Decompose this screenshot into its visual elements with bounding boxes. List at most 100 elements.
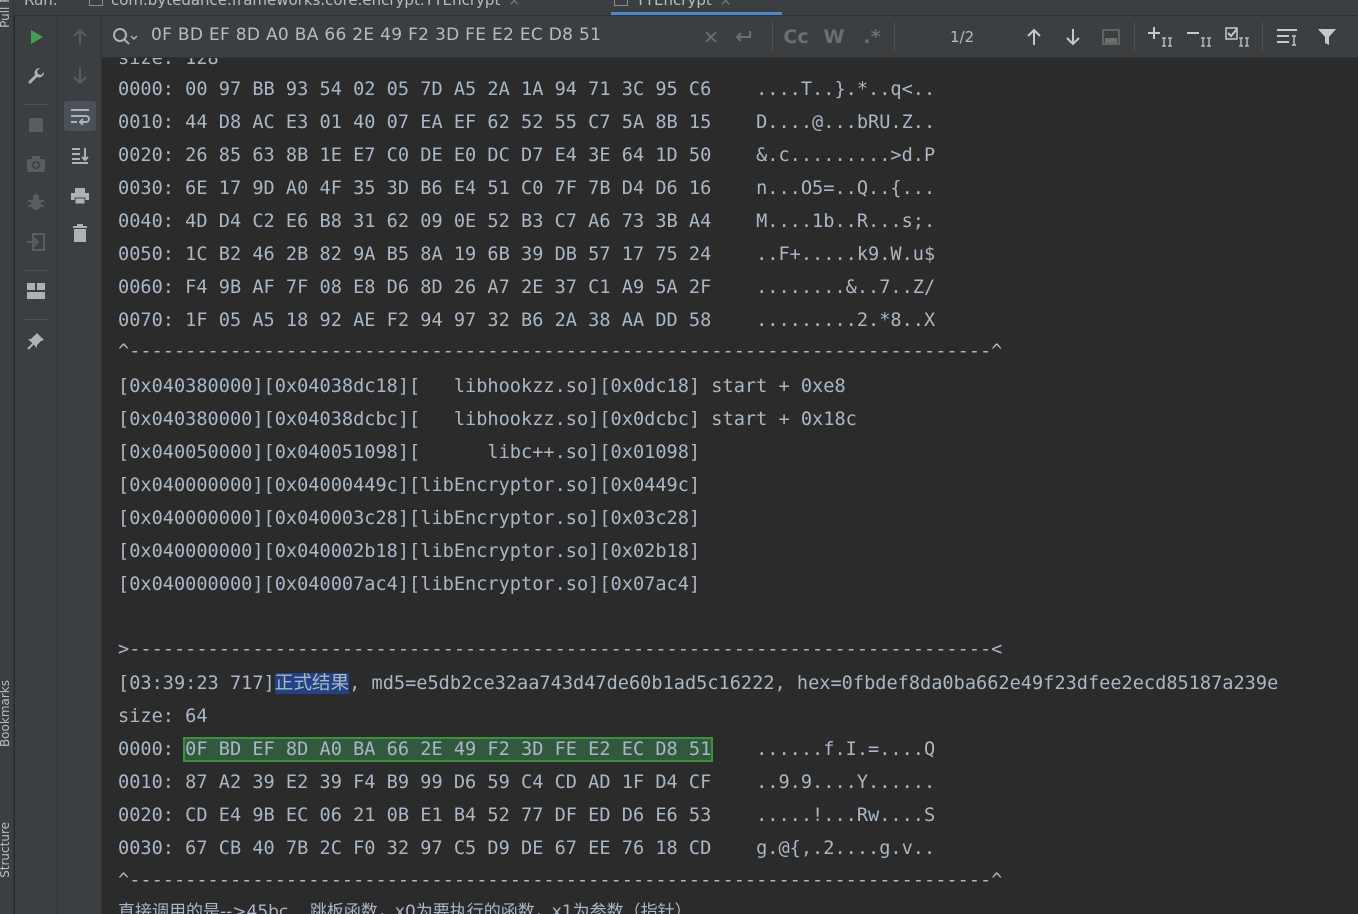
- clear-search-button[interactable]: [697, 24, 725, 50]
- console-tab-icon: [89, 0, 103, 6]
- hexdump-row: 0010: 44 D8 AC E3 01 40 07 EA EF 62 52 5…: [118, 112, 936, 133]
- stack-frame: [0x040000000][0x040003c28][libEncryptor.…: [118, 508, 701, 529]
- console-toolbar: [58, 16, 102, 914]
- layout-button[interactable]: [20, 276, 52, 306]
- add-occurrence-button[interactable]: [1147, 24, 1175, 50]
- previous-match-button[interactable]: [1020, 24, 1048, 50]
- wrench-icon: [28, 67, 45, 84]
- select-all-occurrences-button[interactable]: [1097, 24, 1125, 50]
- hexdump-row: 0000: 00 97 BB 93 54 02 05 7D A5 2A 1A 9…: [118, 79, 936, 100]
- soft-wrap-button[interactable]: [64, 101, 96, 131]
- camera-icon: [27, 156, 45, 172]
- window-icon: [1102, 29, 1120, 45]
- tab-ttencrypt-full[interactable]: com.bytedance.frameworks.core.encrypt.TT…: [89, 0, 520, 9]
- row-ascii: ......f.I.=....Q: [711, 739, 936, 760]
- scroll-to-end-button[interactable]: [64, 140, 96, 170]
- close-icon[interactable]: ×: [720, 0, 732, 9]
- search-icon[interactable]: [112, 27, 138, 47]
- arrow-up-icon: [73, 28, 87, 45]
- hexdump-row: 0000: 0F BD EF 8D A0 BA 66 2E 49 F2 3D F…: [118, 733, 935, 766]
- filter-icon: [1318, 29, 1336, 45]
- tab-label: TTEncrypt: [636, 0, 712, 9]
- size-line: size: 64: [118, 706, 208, 727]
- snapshot-button[interactable]: [20, 149, 52, 179]
- pin-icon: [27, 333, 44, 350]
- result-line: [03:39:23 717]正式结果, md5=e5db2ce32aa743d4…: [118, 667, 1278, 700]
- settings-button[interactable]: [20, 61, 52, 91]
- filter-button[interactable]: [1313, 24, 1341, 50]
- print-button[interactable]: [64, 181, 96, 211]
- pin-button[interactable]: [20, 326, 52, 356]
- previous-occurrence-button[interactable]: [64, 22, 96, 52]
- run-tab-strip: Run: com.bytedance.frameworks.core.encry…: [14, 0, 1358, 16]
- result-details: , md5=e5db2ce32aa743d47de60b1ad5c16222, …: [349, 673, 1279, 694]
- hexdump-header: >---------------------------------------…: [118, 639, 1003, 660]
- printer-icon: [71, 188, 89, 205]
- stack-frame: [0x040000000][0x040007ac4][libEncryptor.…: [118, 574, 701, 595]
- debug-button[interactable]: [20, 188, 52, 218]
- new-line-button[interactable]: [729, 24, 757, 50]
- search-field[interactable]: 0F BD EF 8D A0 BA 66 2E 49 F2 3D FE E2 E…: [102, 16, 872, 58]
- next-occurrence-button[interactable]: [64, 61, 96, 91]
- select-all-icon: [1225, 27, 1249, 47]
- toolbar-separator: [23, 319, 49, 320]
- scroll-end-icon: [72, 148, 89, 164]
- bug-icon: [28, 194, 44, 210]
- stack-frame: [0x040050000][0x040051098][ libc++.so][0…: [118, 442, 701, 463]
- structure-tab[interactable]: Structure: [0, 822, 12, 878]
- toolbar-separator: [23, 270, 49, 271]
- search-match-highlight: 0F BD EF 8D A0 BA 66 2E 49 F2 3D FE E2 E…: [183, 737, 714, 762]
- return-icon: [735, 31, 751, 42]
- close-icon[interactable]: ×: [508, 0, 520, 9]
- rerun-button[interactable]: [20, 22, 52, 52]
- run-toolbar: [15, 16, 58, 914]
- hexdump-row: 0020: CD E4 9B EC 06 21 0B E1 B4 52 77 D…: [118, 805, 936, 826]
- filter-options-button[interactable]: [1274, 24, 1302, 50]
- close-icon: [705, 31, 717, 43]
- search-separator: [894, 22, 895, 52]
- tab-ttencrypt[interactable]: TTEncrypt ×: [614, 0, 731, 9]
- next-match-button[interactable]: [1059, 24, 1087, 50]
- stack-frame: [0x040000000][0x040002b18][libEncryptor.…: [118, 541, 701, 562]
- clear-all-button[interactable]: [64, 218, 96, 248]
- stack-frame: [0x040000000][0x04000449c][libEncryptor.…: [118, 475, 701, 496]
- play-icon: [31, 30, 43, 44]
- match-count: 1/2: [950, 28, 975, 46]
- stack-frame: [0x040380000][0x04038dc18][ libhookzz.so…: [118, 376, 846, 397]
- login-button[interactable]: [20, 227, 52, 257]
- timestamp: [03:39:23 717]: [118, 673, 275, 694]
- tab-label: com.bytedance.frameworks.core.encrypt.TT…: [111, 0, 501, 9]
- hexdump-row: 0070: 1F 05 A5 18 92 AE F2 94 97 32 B6 2…: [118, 310, 936, 331]
- search-input[interactable]: 0F BD EF 8D A0 BA 66 2E 49 F2 3D FE E2 E…: [151, 25, 601, 45]
- stop-icon: [29, 118, 43, 132]
- find-bar: 0F BD EF 8D A0 BA 66 2E 49 F2 3D FE E2 E…: [102, 16, 1358, 58]
- hexdump-row: 0010: 87 A2 39 E2 39 F4 B9 99 D6 59 C4 C…: [118, 772, 936, 793]
- in-selection-icon: [1277, 29, 1297, 46]
- console-output[interactable]: size: 128 0000: 00 97 BB 93 54 02 05 7D …: [102, 58, 1358, 914]
- soft-wrap-icon: [71, 109, 90, 125]
- pull-requests-tab[interactable]: Pull Req: [0, 0, 12, 28]
- hexdump-footer: ^---------------------------------------…: [118, 870, 1003, 891]
- hexdump-footer: ^---------------------------------------…: [118, 341, 1003, 362]
- toolbar-separator: [23, 104, 49, 105]
- stack-frame: [0x040380000][0x04038dcbc][ libhookzz.so…: [118, 409, 857, 430]
- whole-words-button[interactable]: W: [820, 24, 848, 50]
- bookmarks-tab[interactable]: Bookmarks: [0, 680, 12, 747]
- select-all-button[interactable]: [1224, 24, 1252, 50]
- trash-icon: [73, 224, 87, 242]
- arrow-down-icon: [73, 68, 87, 85]
- search-separator: [772, 22, 773, 52]
- tool-window-strip: Pull Req Bookmarks Structure: [0, 0, 14, 914]
- selected-text: 正式结果: [274, 673, 350, 694]
- active-tab-indicator: [611, 12, 782, 15]
- add-selection-icon: [1148, 27, 1172, 47]
- stop-button[interactable]: [20, 110, 52, 140]
- search-separator: [1262, 22, 1263, 52]
- regex-button[interactable]: .*: [858, 24, 886, 50]
- console-tab-icon: [614, 0, 628, 6]
- match-case-button[interactable]: Cc: [782, 24, 810, 50]
- hexdump-row: 0030: 6E 17 9D A0 4F 35 3D B6 E4 51 C0 7…: [118, 178, 936, 199]
- remove-occurrence-button[interactable]: [1186, 24, 1214, 50]
- arrow-down-icon: [1066, 29, 1080, 46]
- hexdump-row: 0050: 1C B2 46 2B 82 9A B5 8A 19 6B 39 D…: [118, 244, 936, 265]
